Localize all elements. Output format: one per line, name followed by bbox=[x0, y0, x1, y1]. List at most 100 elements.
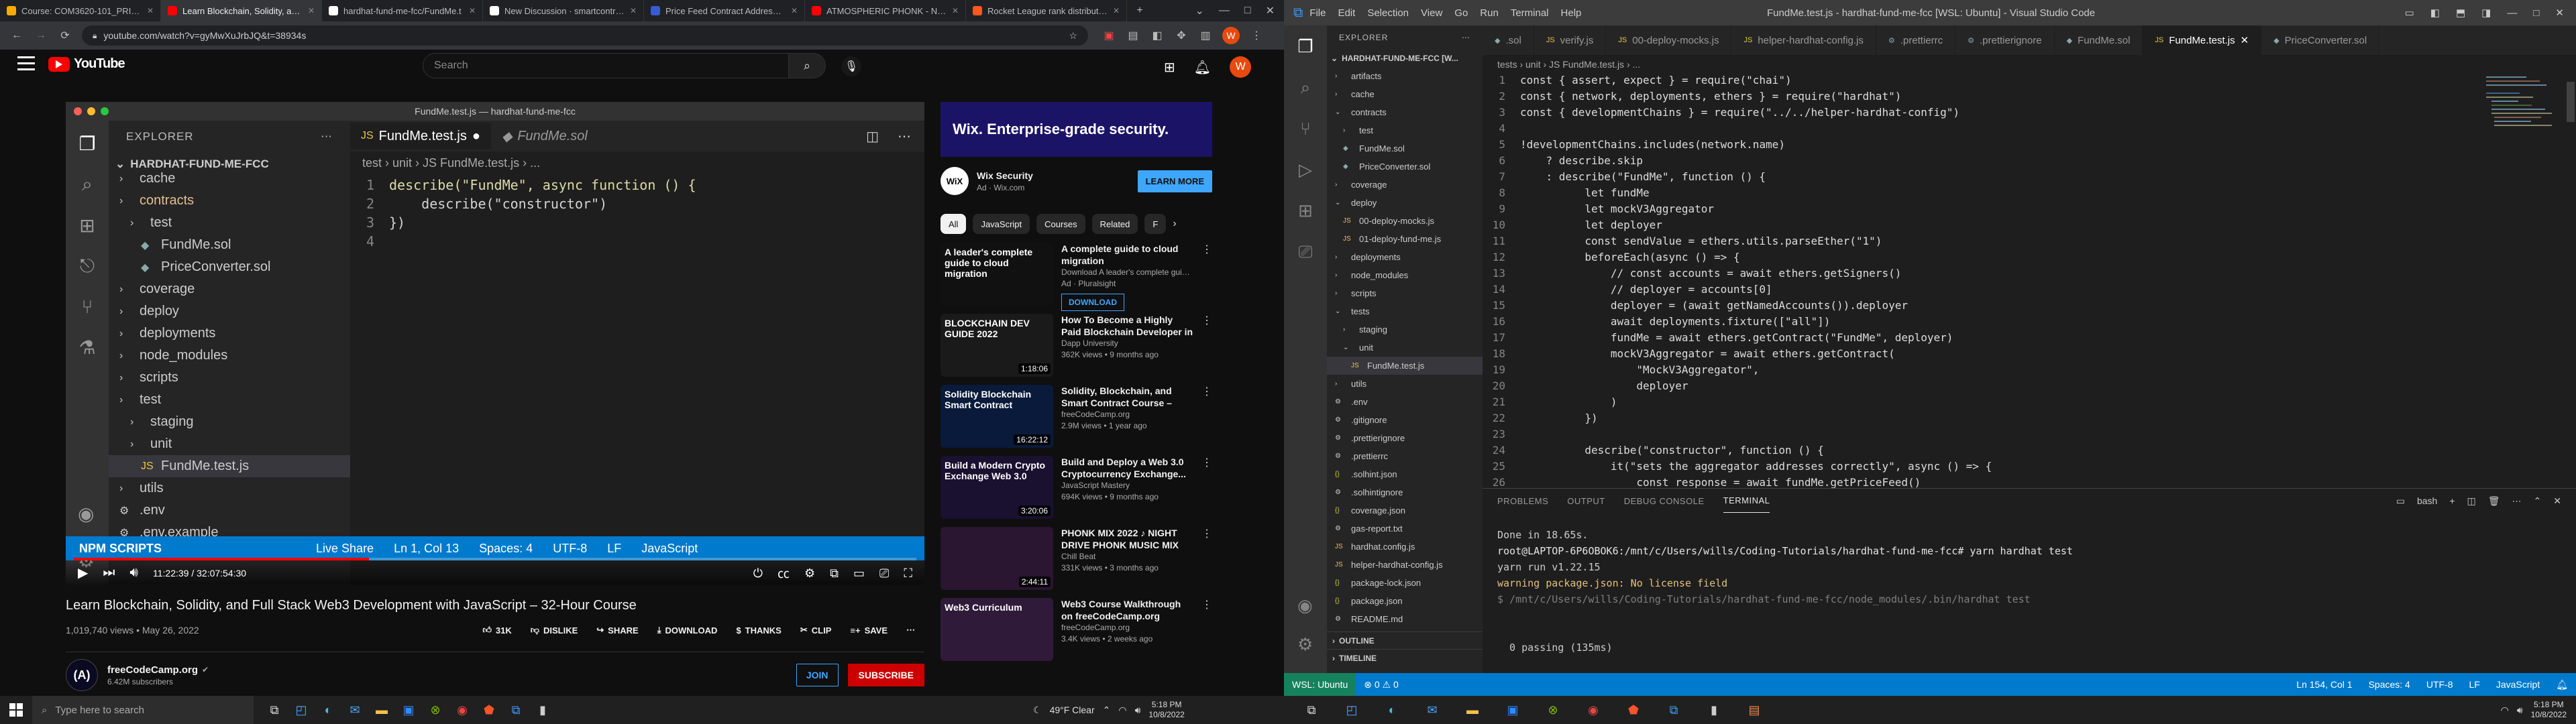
mail-icon[interactable]: ✉ bbox=[343, 699, 366, 721]
settings-gear-icon[interactable]: ⚙ bbox=[804, 566, 815, 581]
task-view-icon[interactable]: ⧉ bbox=[263, 699, 286, 721]
tree-item[interactable]: JS 00-deploy-mocks.js bbox=[1327, 212, 1483, 230]
tree-item[interactable]: ⌄ deploy bbox=[1327, 194, 1483, 212]
tree-item[interactable]: ◆ FundMe.sol bbox=[1327, 139, 1483, 158]
notifications-bell-icon[interactable]: 🔔︎ bbox=[2548, 673, 2576, 696]
menu-item[interactable]: View bbox=[1421, 7, 1442, 19]
join-button[interactable]: JOIN bbox=[796, 664, 839, 686]
account-icon[interactable]: ◉ bbox=[1297, 595, 1313, 616]
tree-item[interactable]: ⚙ .env bbox=[1327, 393, 1483, 411]
minimize-icon[interactable]: — bbox=[2507, 7, 2517, 19]
dislike-button[interactable]: 👎︎ DISLIKE bbox=[521, 618, 588, 642]
tree-item[interactable]: ⌄ tests bbox=[1327, 302, 1483, 320]
editor-tab[interactable]: ◆ .sol bbox=[1483, 25, 1534, 55]
tree-item[interactable]: JS FundMe.test.js bbox=[1327, 357, 1483, 375]
filter-chip[interactable]: F bbox=[1144, 214, 1167, 234]
like-button[interactable]: 👍︎ 31K bbox=[473, 618, 521, 642]
tree-item[interactable]: › cache bbox=[1327, 85, 1483, 103]
extension-icon[interactable]: ▤ bbox=[1126, 28, 1140, 43]
suggestion-item[interactable]: A leader's complete guide to cloud migra… bbox=[941, 243, 1212, 312]
tree-item[interactable]: › test bbox=[1327, 121, 1483, 139]
more-vert-icon[interactable]: ⋮ bbox=[1201, 456, 1212, 526]
tree-item[interactable]: ⚙ README.md bbox=[1327, 610, 1483, 628]
editor-tab[interactable]: JS 00-deploy-mocks.js bbox=[1606, 25, 1732, 55]
more-actions-icon[interactable]: ⋯ bbox=[897, 618, 924, 642]
video-thumbnail[interactable]: A leader's complete guide to cloud migra… bbox=[941, 243, 1053, 306]
terminal-selector[interactable]: bash bbox=[2417, 495, 2437, 506]
widgets-icon[interactable]: ◰ bbox=[1340, 699, 1363, 721]
chevron-right-icon[interactable]: › bbox=[1173, 218, 1176, 230]
forward-icon[interactable]: → bbox=[34, 28, 48, 43]
save-button[interactable]: ≡+ SAVE bbox=[841, 618, 897, 642]
tab-close-icon[interactable]: ✕ bbox=[630, 6, 637, 15]
tab-search-icon[interactable]: ⌄ bbox=[1195, 4, 1204, 17]
video-thumbnail[interactable]: Build a Modern Crypto Exchange Web 3.0 3:… bbox=[941, 456, 1053, 519]
code-editor[interactable]: tests › unit › JS FundMe.test.js › ... 1… bbox=[1483, 55, 2576, 488]
remote-explorer-icon[interactable]: ⎚ bbox=[1299, 241, 1313, 263]
browser-tab[interactable]: Learn Blockchain, Solidity, and Fu ✕ bbox=[161, 0, 322, 21]
new-tab-icon[interactable]: + bbox=[1132, 3, 1147, 18]
chrome-icon[interactable]: ◉ bbox=[1582, 699, 1605, 721]
tree-item[interactable]: ⚙ .gitignore bbox=[1327, 411, 1483, 429]
maximize-icon[interactable]: □ bbox=[1244, 5, 1251, 17]
edge-icon[interactable]: ◐ bbox=[317, 699, 339, 721]
brave-icon[interactable]: ⬟ bbox=[1622, 699, 1645, 721]
learn-more-button[interactable]: LEARN MORE bbox=[1137, 170, 1212, 192]
clip-button[interactable]: ✂ CLIP bbox=[791, 618, 841, 642]
tree-item[interactable]: ◆ PriceConverter.sol bbox=[1327, 158, 1483, 176]
tree-item[interactable]: {} package.json bbox=[1327, 592, 1483, 610]
autoplay-toggle[interactable]: ⏻ bbox=[753, 566, 763, 581]
ad-banner[interactable]: Wix. Enterprise-grade security. bbox=[941, 102, 1212, 157]
profile-avatar[interactable]: W bbox=[1222, 27, 1240, 44]
channel-avatar[interactable]: (A) bbox=[66, 659, 98, 691]
browser-tab[interactable]: ATMOSPHERIC PHONK - NIGHT ✕ bbox=[805, 0, 966, 21]
minimap[interactable] bbox=[2486, 74, 2567, 476]
zoom-icon[interactable]: ▣ bbox=[1501, 699, 1524, 721]
panel-tab[interactable]: TERMINAL bbox=[1723, 489, 1770, 513]
search-input[interactable]: Search bbox=[423, 53, 825, 78]
mail-icon[interactable]: ✉ bbox=[1421, 699, 1444, 721]
weather-text[interactable]: 49°F Clear bbox=[1050, 705, 1095, 715]
breadcrumb[interactable]: tests › unit › JS FundMe.test.js › ... bbox=[1483, 55, 2576, 74]
tab-close-icon[interactable]: ✕ bbox=[1113, 6, 1120, 15]
status-item[interactable]: Spaces: 4 bbox=[2361, 673, 2418, 696]
chrome-icon[interactable]: ◉ bbox=[451, 699, 474, 721]
download-button[interactable]: DOWNLOAD bbox=[1061, 294, 1124, 311]
weather-icon[interactable]: ☾ bbox=[1033, 705, 1042, 716]
tree-item[interactable]: › node_modules bbox=[1327, 266, 1483, 284]
layout-icon[interactable]: ⬒ bbox=[2456, 7, 2465, 19]
tree-item[interactable]: › scripts bbox=[1327, 284, 1483, 302]
editor-tab[interactable]: JS helper-hardhat-config.js bbox=[1731, 25, 1876, 55]
suggestion-item[interactable]: Solidity Blockchain Smart Contract 16:22:… bbox=[941, 385, 1212, 455]
share-button[interactable]: ↪ SHARE bbox=[587, 618, 647, 642]
video-player[interactable]: FundMe.test.js — hardhat-fund-me-fcc ❐ ⌕… bbox=[66, 102, 924, 585]
filter-chip[interactable]: All bbox=[941, 214, 967, 234]
tree-item[interactable]: › staging bbox=[1327, 320, 1483, 339]
trash-icon[interactable]: 🗑︎ bbox=[2488, 495, 2500, 507]
source-control-icon[interactable]: ⑂ bbox=[1300, 119, 1311, 139]
volume-icon[interactable]: 🔊︎ bbox=[1135, 705, 1141, 716]
next-icon[interactable]: ⏭ bbox=[103, 565, 115, 581]
browser-tab[interactable]: Rocket League rank distribution ✕ bbox=[966, 0, 1127, 21]
tree-item[interactable]: ⚙ gas-report.txt bbox=[1327, 520, 1483, 538]
progress-bar[interactable] bbox=[74, 558, 916, 560]
tree-item[interactable]: JS hardhat.config.js bbox=[1327, 538, 1483, 556]
download-button[interactable]: ⤓ DOWNLOAD bbox=[648, 618, 727, 642]
layout-icon[interactable]: ◨ bbox=[2481, 7, 2491, 19]
suggestion-item[interactable]: Build a Modern Crypto Exchange Web 3.0 3:… bbox=[941, 456, 1212, 526]
back-icon[interactable]: ← bbox=[9, 28, 24, 43]
more-vert-icon[interactable]: ⋮ bbox=[1201, 314, 1212, 383]
outline-section[interactable]: › OUTLINE bbox=[1327, 631, 1483, 649]
layout-icon[interactable]: ◧ bbox=[2430, 7, 2440, 19]
status-item[interactable]: WSL: Ubuntu bbox=[1284, 673, 1356, 696]
xbox-icon[interactable]: ⊗ bbox=[424, 699, 447, 721]
edge-icon[interactable]: ◐ bbox=[1381, 699, 1403, 721]
maximize-panel-icon[interactable]: ⌃ bbox=[2534, 495, 2542, 507]
browser-tab[interactable]: Price Feed Contract Addresses | ✕ bbox=[644, 0, 805, 21]
more-vert-icon[interactable]: ⋮ bbox=[1201, 527, 1212, 597]
tab-close-icon[interactable]: ✕ bbox=[791, 6, 798, 15]
terminal-icon[interactable]: ▮ bbox=[531, 699, 554, 721]
tree-item[interactable]: ⌄ unit bbox=[1327, 339, 1483, 357]
tab-close-icon[interactable]: ✕ bbox=[952, 6, 959, 15]
extension-icon[interactable]: ▣ bbox=[1102, 28, 1116, 43]
